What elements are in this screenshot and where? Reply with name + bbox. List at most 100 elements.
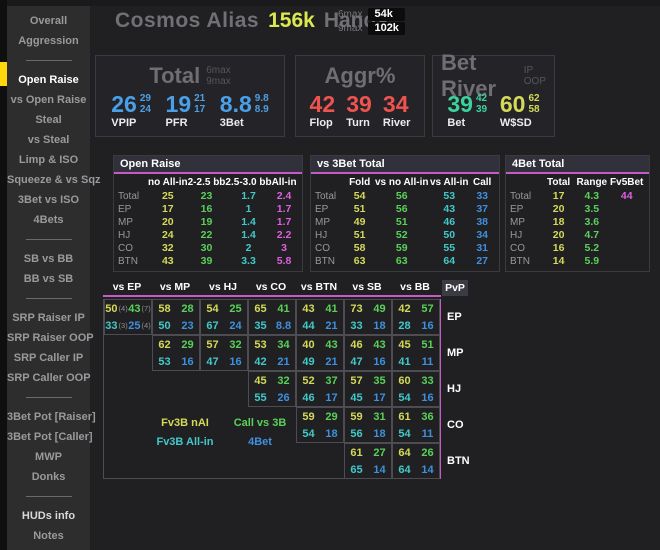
stat-top: 39 <box>346 92 372 116</box>
sidebar-item-3bet-pot-raiser-[interactable]: 3Bet Pot [Raiser] <box>7 407 90 427</box>
sidebar-item-4bets[interactable]: 4Bets <box>7 210 90 230</box>
cell-value: 43 <box>148 255 188 268</box>
sidebar-item-sb-vs-bb[interactable]: SB vs BB <box>7 249 90 269</box>
sidebar-item-vs-open-raise[interactable]: vs Open Raise <box>7 90 90 110</box>
matrix-cell: 40434921 <box>296 335 344 371</box>
cell-value: 16 <box>188 203 226 216</box>
matrix-cell-value: 53 <box>153 353 176 370</box>
cell-value: 55 <box>429 242 469 255</box>
cell-value: 31 <box>469 242 495 255</box>
sidebar-divider <box>26 239 72 240</box>
stat-subvalue: 17 <box>194 104 205 115</box>
sidebar-item-limp-iso[interactable]: Limp & ISO <box>7 150 90 170</box>
sidebar-item-3bet-vs-iso[interactable]: 3Bet vs ISO <box>7 190 90 210</box>
active-item-indicator <box>0 62 7 86</box>
sidebar-item-huds-info[interactable]: HUDs info <box>7 506 90 526</box>
stat-subvalue: 42 <box>476 93 487 104</box>
row-label: EP <box>510 203 542 216</box>
cell-value: 20 <box>148 216 188 229</box>
box-title-row: Bet RiverIPOOP <box>441 62 546 90</box>
cell-value: 38 <box>469 216 495 229</box>
cell-value <box>608 255 645 268</box>
matrix-cell-value: 16 <box>176 353 199 370</box>
matrix-cell-value: 28 <box>393 317 416 334</box>
matrix-cell-value: 24 <box>224 317 247 334</box>
row-label: CO <box>118 242 148 255</box>
matrix-cell: 57324716 <box>200 335 248 371</box>
pvp-toggle[interactable]: PvP <box>442 280 468 296</box>
cell-value: 2.4 <box>272 190 297 203</box>
column-header: 2.5-3.0 bb <box>225 175 271 190</box>
box-suffix-line: OOP <box>524 76 546 87</box>
matrix-cell-value: 61 <box>345 444 368 461</box>
matrix-cell-value: 47 <box>345 353 368 370</box>
matrix-cell-value: 59 <box>297 408 320 425</box>
matrix-cell-value: 45 <box>249 372 272 389</box>
matrix-cell-value: 25(4) <box>128 317 151 334</box>
stat-value: 39 <box>346 92 372 116</box>
position-matrix: vs EPvs MPvs HJvs COvs BTNvs SBvs BB PvP… <box>103 280 468 477</box>
matrix-cell-value: 16 <box>368 353 391 370</box>
stat-subvalues: 9.88.9 <box>255 93 269 115</box>
sidebar-item-bb-vs-sb[interactable]: BB vs SB <box>7 269 90 289</box>
matrix-cell-value: 64 <box>393 461 416 478</box>
sidebar-item-srp-raiser-ip[interactable]: SRP Raiser IP <box>7 308 90 328</box>
matrix-cell-value: 67 <box>201 317 224 334</box>
matrix-cell-value: 53 <box>249 336 272 353</box>
matrix-cell-value: 29 <box>320 408 343 425</box>
sidebar-item-srp-raiser-oop[interactable]: SRP Raiser OOP <box>7 328 90 348</box>
sidebar-item-open-raise[interactable]: Open Raise <box>7 70 90 90</box>
column-header: no All-in <box>148 175 188 190</box>
box-title-suffix: IPOOP <box>524 65 546 87</box>
cell-value: 34 <box>469 229 495 242</box>
sidebar-item-steal[interactable]: Steal <box>7 110 90 130</box>
box-suffix-line: 6max <box>206 65 230 76</box>
sidebar-item-overall[interactable]: Overall <box>7 11 90 31</box>
matrix-cell-value: 45 <box>393 336 416 353</box>
stat-label: Turn <box>346 117 372 129</box>
hands-breakdown-value: 102k <box>368 22 404 35</box>
matrix-cell-value: 21 <box>320 317 343 334</box>
stat-value: 19 <box>166 92 192 116</box>
table-vs-3bet-total: vs 3Bet TotalFoldvs no All-invs All-inCa… <box>310 155 500 272</box>
row-label: Total <box>118 190 148 203</box>
matrix-legend: Fv3B nAICall vs 3BFv3B All-in4Bet <box>146 417 296 448</box>
sidebar-item-srp-caller-ip[interactable]: SRP Caller IP <box>7 348 90 368</box>
matrix-cell-value: 40 <box>297 336 320 353</box>
sidebar-item-3bet-pot-caller-[interactable]: 3Bet Pot [Caller] <box>7 427 90 447</box>
matrix-cell-value: 56 <box>345 425 368 442</box>
stat-box-bet-river: Bet RiverIPOOP394239Bet606258W$SD <box>432 55 555 137</box>
matrix-cell-value: 41 <box>393 353 416 370</box>
sidebar-item-donks[interactable]: Donks <box>7 467 90 487</box>
sidebar-item-notes[interactable]: Notes <box>7 526 90 546</box>
stat-subvalue: 29 <box>140 93 151 104</box>
stat-subvalue: 8.9 <box>255 104 269 115</box>
sidebar-item-squeeze-vs-sqz[interactable]: Squeeze & vs Sqz <box>7 170 90 190</box>
stat-label: VPIP <box>111 117 151 129</box>
stat-subvalues: 2924 <box>140 93 151 115</box>
sidebar-item-aggression[interactable]: Aggression <box>7 31 90 51</box>
cell-value: 32 <box>148 242 188 255</box>
cell-value: 3.3 <box>225 255 271 268</box>
matrix-row-label-co: CO <box>447 407 468 443</box>
cell-value: 50 <box>429 229 469 242</box>
matrix-cell-value: 58 <box>153 300 176 317</box>
matrix-row-label-ep: EP <box>447 299 468 335</box>
matrix-col-header: vs SB <box>343 280 391 295</box>
matrix-cell-value: 33(3) <box>105 317 128 334</box>
sidebar-item-vs-steal[interactable]: vs Steal <box>7 130 90 150</box>
table-grid: no All-in2-2.5 bb2.5-3.0 bbAll-inTotal25… <box>114 174 302 271</box>
sidebar-item-mwp[interactable]: MWP <box>7 447 90 467</box>
sidebar-item-srp-caller-oop[interactable]: SRP Caller OOP <box>7 368 90 388</box>
sample-size-note: (4) <box>142 321 151 330</box>
stat-top: 42 <box>310 92 336 116</box>
matrix-cell: 58285023 <box>152 299 200 335</box>
matrix-cell-value: 16 <box>416 317 439 334</box>
stat-subvalue: 9.8 <box>255 93 269 104</box>
matrix-row-label-btn: BTN <box>447 443 468 479</box>
stat-subvalue: 39 <box>476 104 487 115</box>
matrix-col-header: vs BTN <box>295 280 343 295</box>
table-title: vs 3Bet Total <box>311 156 499 174</box>
matrix-cell-value: 65 <box>345 461 368 478</box>
column-header: Call <box>469 175 495 190</box>
